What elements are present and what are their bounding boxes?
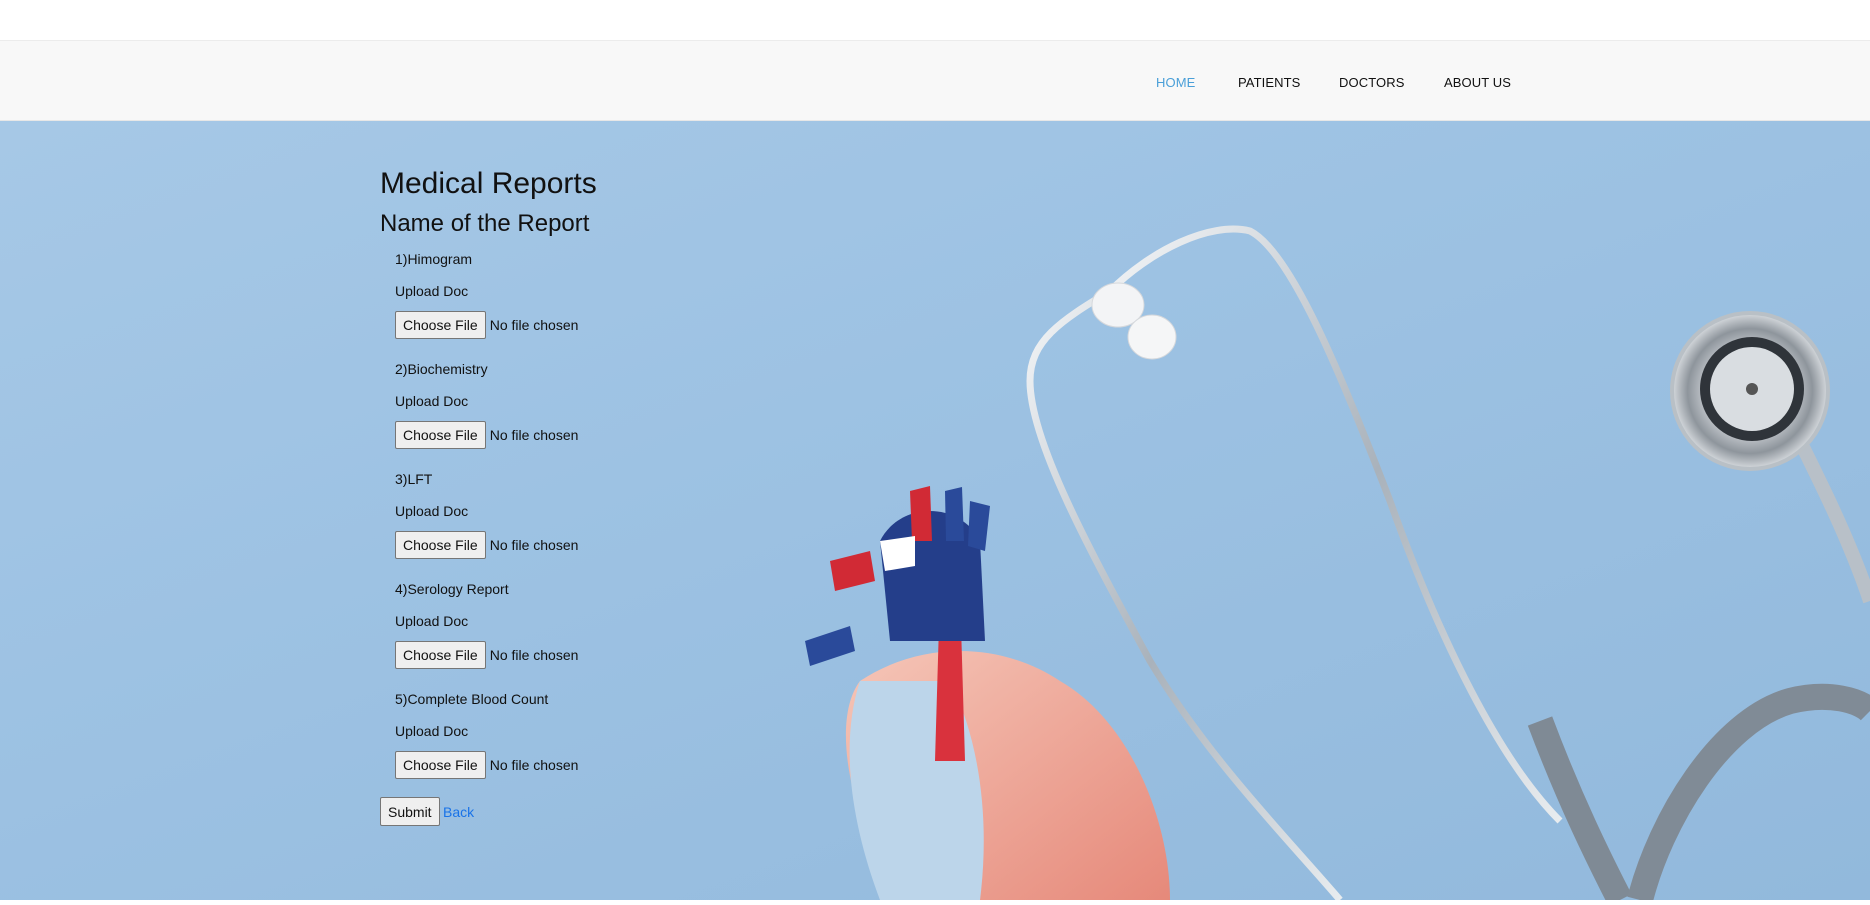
submit-button[interactable]: Submit [380, 797, 440, 826]
file-status: No file chosen [489, 427, 579, 443]
file-status: No file chosen [489, 317, 579, 333]
nav-home[interactable]: HOME [1156, 75, 1195, 90]
choose-file-button[interactable]: Choose File [395, 751, 486, 779]
stethoscope-tube-right [1107, 225, 1563, 824]
upload-label: Upload Doc [395, 613, 469, 629]
report-name: 4)Serology Report [395, 581, 509, 597]
nav-doctors[interactable]: DOCTORS [1339, 75, 1404, 90]
report-name: 3)LFT [395, 471, 433, 487]
heart-model [805, 486, 1170, 900]
page-title: Medical Reports [380, 167, 597, 200]
choose-file-button[interactable]: Choose File [395, 531, 486, 559]
report-name: 2)Biochemistry [395, 361, 488, 377]
file-status: No file chosen [489, 647, 579, 663]
file-input: Choose File No file chosen [395, 311, 578, 339]
upload-label: Upload Doc [395, 503, 469, 519]
file-input: Choose File No file chosen [395, 421, 578, 449]
file-input: Choose File No file chosen [395, 641, 578, 669]
hero-section: Medical Reports Name of the Report 1)Him… [0, 121, 1870, 900]
report-name: 5)Complete Blood Count [395, 691, 549, 707]
upload-label: Upload Doc [395, 283, 469, 299]
file-status: No file chosen [489, 757, 579, 773]
back-link[interactable]: Back [443, 804, 474, 820]
stethoscope-heart-illustration [805, 225, 1870, 900]
file-input: Choose File No file chosen [395, 751, 578, 779]
file-status: No file chosen [489, 537, 579, 553]
report-name: 1)Himogram [395, 251, 473, 267]
top-navbar: HOME PATIENTS DOCTORS ABOUT US [0, 40, 1870, 121]
nav-patients[interactable]: PATIENTS [1238, 75, 1300, 90]
upload-label: Upload Doc [395, 723, 469, 739]
choose-file-button[interactable]: Choose File [395, 641, 486, 669]
upload-label: Upload Doc [395, 393, 469, 409]
file-input: Choose File No file chosen [395, 531, 578, 559]
choose-file-button[interactable]: Choose File [395, 311, 486, 339]
nav-about-us[interactable]: ABOUT US [1444, 75, 1511, 90]
choose-file-button[interactable]: Choose File [395, 421, 486, 449]
section-subtitle: Name of the Report [380, 210, 590, 237]
